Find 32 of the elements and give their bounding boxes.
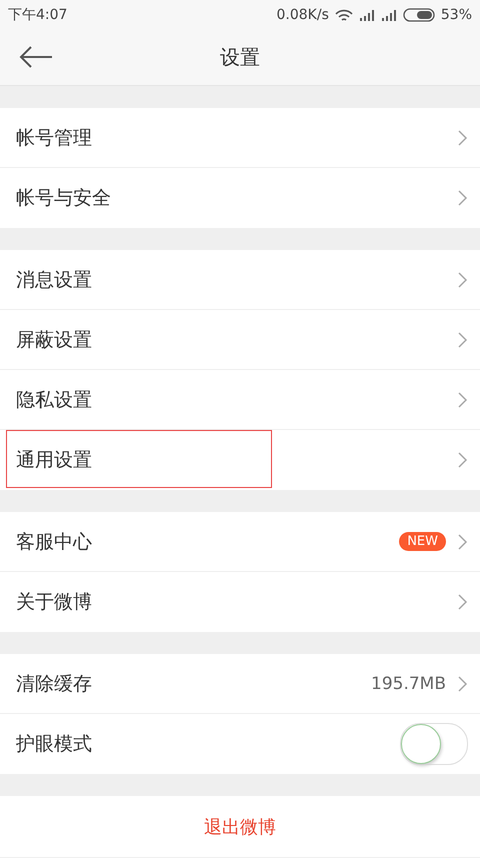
settings-row[interactable]: 护眼模式 <box>0 714 480 774</box>
back-arrow-icon[interactable] <box>19 45 53 69</box>
page-title: 设置 <box>220 44 260 71</box>
settings-row[interactable]: 清除缓存 195.7MB <box>0 654 480 714</box>
settings-row[interactable]: 关于微博 <box>0 572 480 632</box>
cache-size: 195.7MB <box>371 674 446 694</box>
settings-row[interactable]: 屏蔽设置 <box>0 310 480 370</box>
settings-row[interactable]: 消息设置 <box>0 250 480 310</box>
settings-row[interactable]: 客服中心 NEW <box>0 512 480 572</box>
chevron-icon <box>458 332 468 348</box>
settings-row[interactable]: 帐号管理 <box>0 108 480 168</box>
new-badge: NEW <box>399 532 446 551</box>
status-time: 下午4:07 <box>8 6 68 24</box>
chevron-icon <box>458 676 468 692</box>
chevron-icon <box>458 534 468 550</box>
settings-row[interactable]: 隐私设置 <box>0 370 480 430</box>
toggle-switch[interactable] <box>400 723 468 765</box>
logout-button[interactable]: 退出微博 <box>0 796 480 857</box>
battery-icon <box>402 8 435 22</box>
settings-row[interactable]: 通用设置 <box>0 430 480 490</box>
network-speed: 0.08K/s <box>276 7 329 23</box>
chevron-icon <box>458 190 468 206</box>
chevron-icon <box>458 392 468 408</box>
wifi-icon <box>334 8 353 22</box>
chevron-icon <box>458 130 468 146</box>
battery-percent: 53% <box>440 7 472 23</box>
chevron-icon <box>458 452 468 468</box>
chevron-icon <box>458 594 468 610</box>
chevron-icon <box>458 272 468 288</box>
signal-icon <box>358 9 375 21</box>
signal-icon <box>380 9 397 21</box>
settings-row[interactable]: 帐号与安全 <box>0 168 480 228</box>
